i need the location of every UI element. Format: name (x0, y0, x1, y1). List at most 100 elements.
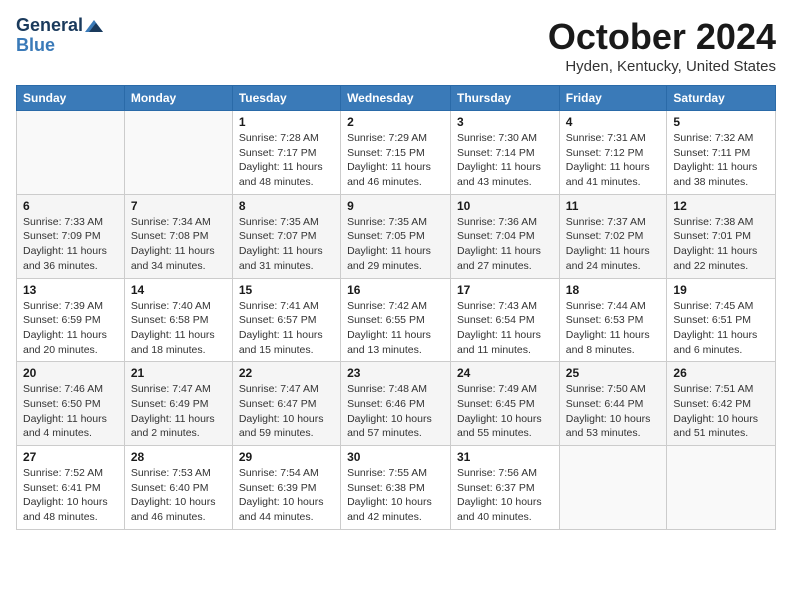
calendar-cell: 16 Sunrise: 7:42 AMSunset: 6:55 PMDayligh… (341, 278, 451, 362)
calendar-cell: 24 Sunrise: 7:49 AMSunset: 6:45 PMDayligh… (451, 362, 560, 446)
calendar-table: SundayMondayTuesdayWednesdayThursdayFrid… (16, 85, 776, 530)
weekday-header-friday: Friday (559, 86, 667, 111)
day-number: 28 (131, 450, 226, 464)
weekday-header-tuesday: Tuesday (232, 86, 340, 111)
day-info: Sunrise: 7:28 AMSunset: 7:17 PMDaylight:… (239, 131, 334, 190)
calendar-cell: 6 Sunrise: 7:33 AMSunset: 7:09 PMDaylight… (17, 194, 125, 278)
day-number: 15 (239, 283, 334, 297)
weekday-header-sunday: Sunday (17, 86, 125, 111)
day-info: Sunrise: 7:47 AMSunset: 6:47 PMDaylight:… (239, 382, 334, 441)
calendar-cell (559, 446, 667, 530)
day-number: 16 (347, 283, 444, 297)
day-number: 1 (239, 115, 334, 129)
day-number: 22 (239, 366, 334, 380)
day-number: 4 (566, 115, 661, 129)
calendar-cell: 7 Sunrise: 7:34 AMSunset: 7:08 PMDaylight… (124, 194, 232, 278)
page-header: General Blue October 2024 Hyden, Kentuck… (16, 16, 776, 75)
day-info: Sunrise: 7:53 AMSunset: 6:40 PMDaylight:… (131, 466, 226, 525)
day-number: 2 (347, 115, 444, 129)
calendar-cell: 4 Sunrise: 7:31 AMSunset: 7:12 PMDaylight… (559, 111, 667, 195)
day-info: Sunrise: 7:37 AMSunset: 7:02 PMDaylight:… (566, 215, 661, 274)
day-number: 13 (23, 283, 118, 297)
weekday-header-row: SundayMondayTuesdayWednesdayThursdayFrid… (17, 86, 776, 111)
day-info: Sunrise: 7:44 AMSunset: 6:53 PMDaylight:… (566, 299, 661, 358)
calendar-week-row: 27Sunrise: 7:52 AMSunset: 6:41 PMDayligh… (17, 446, 776, 530)
day-number: 23 (347, 366, 444, 380)
day-info: Sunrise: 7:34 AMSunset: 7:08 PMDaylight:… (131, 215, 226, 274)
day-number: 5 (673, 115, 769, 129)
day-number: 17 (457, 283, 553, 297)
calendar-cell: 26 Sunrise: 7:51 AMSunset: 6:42 PMDayligh… (667, 362, 776, 446)
day-info: Sunrise: 7:42 AMSunset: 6:55 PMDaylight:… (347, 299, 444, 358)
day-number: 10 (457, 199, 553, 213)
day-number: 29 (239, 450, 334, 464)
calendar-cell: 14 Sunrise: 7:40 AMSunset: 6:58 PMDayligh… (124, 278, 232, 362)
day-number: 20 (23, 366, 118, 380)
day-info: Sunrise: 7:33 AMSunset: 7:09 PMDaylight:… (23, 215, 118, 274)
day-number: 24 (457, 366, 553, 380)
day-number: 9 (347, 199, 444, 213)
day-info: Sunrise: 7:38 AMSunset: 7:01 PMDaylight:… (673, 215, 769, 274)
day-info: Sunrise: 7:49 AMSunset: 6:45 PMDaylight:… (457, 382, 553, 441)
logo-text-blue: Blue (16, 36, 55, 56)
calendar-cell: 27Sunrise: 7:52 AMSunset: 6:41 PMDayligh… (17, 446, 125, 530)
day-info: Sunrise: 7:47 AMSunset: 6:49 PMDaylight:… (131, 382, 226, 441)
day-number: 26 (673, 366, 769, 380)
day-info: Sunrise: 7:46 AMSunset: 6:50 PMDaylight:… (23, 382, 118, 441)
calendar-cell: 10 Sunrise: 7:36 AMSunset: 7:04 PMDayligh… (451, 194, 560, 278)
calendar-week-row: 1 Sunrise: 7:28 AMSunset: 7:17 PMDaylight… (17, 111, 776, 195)
logo-icon (85, 20, 103, 32)
day-number: 7 (131, 199, 226, 213)
day-number: 21 (131, 366, 226, 380)
calendar-cell: 8 Sunrise: 7:35 AMSunset: 7:07 PMDaylight… (232, 194, 340, 278)
day-info: Sunrise: 7:48 AMSunset: 6:46 PMDaylight:… (347, 382, 444, 441)
calendar-cell: 21 Sunrise: 7:47 AMSunset: 6:49 PMDayligh… (124, 362, 232, 446)
title-block: October 2024 Hyden, Kentucky, United Sta… (548, 16, 776, 75)
day-number: 25 (566, 366, 661, 380)
day-info: Sunrise: 7:36 AMSunset: 7:04 PMDaylight:… (457, 215, 553, 274)
logo-text-general: General (16, 16, 83, 36)
calendar-cell (667, 446, 776, 530)
calendar-cell: 9 Sunrise: 7:35 AMSunset: 7:05 PMDaylight… (341, 194, 451, 278)
day-number: 6 (23, 199, 118, 213)
calendar-cell: 25Sunrise: 7:50 AMSunset: 6:44 PMDayligh… (559, 362, 667, 446)
calendar-cell (124, 111, 232, 195)
location-text: Hyden, Kentucky, United States (548, 58, 776, 75)
day-number: 31 (457, 450, 553, 464)
calendar-cell (17, 111, 125, 195)
calendar-cell: 30 Sunrise: 7:55 AMSunset: 6:38 PMDayligh… (341, 446, 451, 530)
calendar-cell: 29Sunrise: 7:54 AMSunset: 6:39 PMDayligh… (232, 446, 340, 530)
day-info: Sunrise: 7:55 AMSunset: 6:38 PMDaylight:… (347, 466, 444, 525)
day-number: 18 (566, 283, 661, 297)
day-info: Sunrise: 7:40 AMSunset: 6:58 PMDaylight:… (131, 299, 226, 358)
weekday-header-wednesday: Wednesday (341, 86, 451, 111)
calendar-cell: 1 Sunrise: 7:28 AMSunset: 7:17 PMDaylight… (232, 111, 340, 195)
calendar-cell: 23 Sunrise: 7:48 AMSunset: 6:46 PMDayligh… (341, 362, 451, 446)
calendar-cell: 12 Sunrise: 7:38 AMSunset: 7:01 PMDayligh… (667, 194, 776, 278)
day-info: Sunrise: 7:56 AMSunset: 6:37 PMDaylight:… (457, 466, 553, 525)
calendar-cell: 11Sunrise: 7:37 AMSunset: 7:02 PMDayligh… (559, 194, 667, 278)
day-number: 27 (23, 450, 118, 464)
day-number: 30 (347, 450, 444, 464)
day-number: 8 (239, 199, 334, 213)
day-number: 19 (673, 283, 769, 297)
day-info: Sunrise: 7:41 AMSunset: 6:57 PMDaylight:… (239, 299, 334, 358)
calendar-week-row: 20 Sunrise: 7:46 AMSunset: 6:50 PMDayligh… (17, 362, 776, 446)
day-number: 12 (673, 199, 769, 213)
calendar-cell: 17Sunrise: 7:43 AMSunset: 6:54 PMDayligh… (451, 278, 560, 362)
day-info: Sunrise: 7:35 AMSunset: 7:07 PMDaylight:… (239, 215, 334, 274)
day-info: Sunrise: 7:30 AMSunset: 7:14 PMDaylight:… (457, 131, 553, 190)
day-info: Sunrise: 7:32 AMSunset: 7:11 PMDaylight:… (673, 131, 769, 190)
weekday-header-thursday: Thursday (451, 86, 560, 111)
day-number: 14 (131, 283, 226, 297)
day-number: 3 (457, 115, 553, 129)
month-title: October 2024 (548, 16, 776, 58)
day-info: Sunrise: 7:29 AMSunset: 7:15 PMDaylight:… (347, 131, 444, 190)
day-info: Sunrise: 7:35 AMSunset: 7:05 PMDaylight:… (347, 215, 444, 274)
day-info: Sunrise: 7:51 AMSunset: 6:42 PMDaylight:… (673, 382, 769, 441)
day-info: Sunrise: 7:31 AMSunset: 7:12 PMDaylight:… (566, 131, 661, 190)
calendar-cell: 15 Sunrise: 7:41 AMSunset: 6:57 PMDayligh… (232, 278, 340, 362)
calendar-cell: 19Sunrise: 7:45 AMSunset: 6:51 PMDayligh… (667, 278, 776, 362)
calendar-cell: 13 Sunrise: 7:39 AMSunset: 6:59 PMDayligh… (17, 278, 125, 362)
day-info: Sunrise: 7:39 AMSunset: 6:59 PMDaylight:… (23, 299, 118, 358)
